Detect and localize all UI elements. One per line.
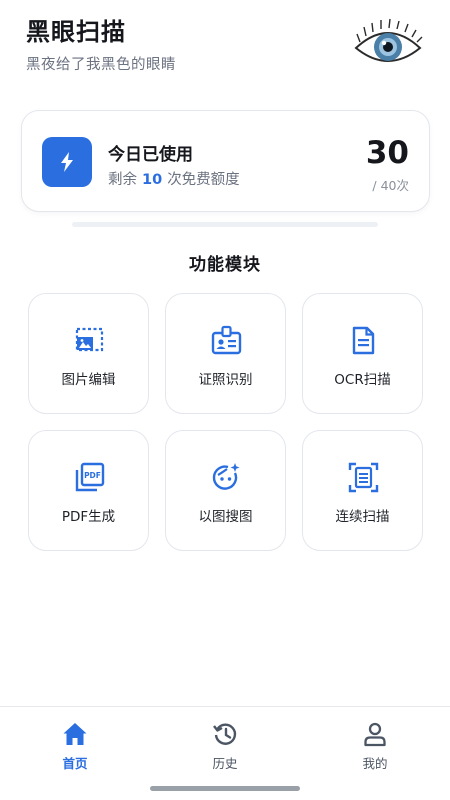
face-search-icon — [210, 461, 243, 494]
eye-icon — [352, 12, 424, 84]
home-icon — [62, 721, 88, 747]
remaining-prefix: 剩余 — [108, 172, 137, 188]
feature-pdf-generate[interactable]: PDF PDF生成 — [28, 430, 149, 551]
nav-label: 我的 — [362, 756, 388, 771]
feature-ocr-scan[interactable]: OCR扫描 — [302, 293, 423, 414]
feature-label: 图片编辑 — [61, 372, 116, 388]
total-quota: / 40次 — [372, 178, 409, 193]
nav-item-home[interactable]: 首页 — [35, 721, 115, 772]
used-count: 30 — [365, 135, 409, 171]
history-icon — [212, 721, 238, 747]
home-screen: 黑眼扫描 黑夜给了我黑色的眼睛 今日已使用 剩余 10 次免费额度 30 / 40次… — [0, 0, 450, 800]
nav-label: 历史 — [212, 756, 238, 771]
section-title: 功能模块 — [189, 255, 261, 275]
remaining-suffix: 次免费额度 — [167, 172, 240, 188]
usage-card: 今日已使用 剩余 10 次免费额度 30 / 40次 — [21, 110, 430, 212]
lightning-icon — [42, 137, 92, 187]
home-indicator — [150, 786, 300, 791]
nav-label: 首页 — [62, 756, 88, 771]
usage-title: 今日已使用 — [108, 145, 193, 165]
document-icon — [347, 324, 380, 357]
nav-item-history[interactable]: 历史 — [185, 721, 265, 772]
pdf-icon: PDF — [73, 461, 106, 494]
feature-label: PDF生成 — [61, 509, 116, 525]
remaining-count: 10 — [142, 172, 163, 188]
feature-id-recognition[interactable]: 证照识别 — [165, 293, 286, 414]
feature-label: 以图搜图 — [198, 509, 253, 525]
scan-frame-icon — [347, 461, 380, 494]
user-icon — [362, 721, 388, 747]
usage-progress-bar — [72, 222, 378, 227]
feature-label: 证照识别 — [198, 372, 253, 388]
nav-item-profile[interactable]: 我的 — [335, 721, 415, 772]
feature-label: 连续扫描 — [335, 509, 390, 525]
feature-image-edit[interactable]: 图片编辑 — [28, 293, 149, 414]
feature-image-search[interactable]: 以图搜图 — [165, 430, 286, 551]
id-card-icon — [210, 324, 243, 357]
feature-continuous-scan[interactable]: 连续扫描 — [302, 430, 423, 551]
feature-label: OCR扫描 — [334, 372, 391, 388]
app-subtitle: 黑夜给了我黑色的眼睛 — [26, 57, 176, 73]
svg-text:PDF: PDF — [84, 471, 101, 480]
image-edit-icon — [73, 324, 106, 357]
app-title: 黑眼扫描 — [26, 18, 126, 46]
usage-remaining: 剩余 10 次免费额度 — [108, 168, 240, 189]
